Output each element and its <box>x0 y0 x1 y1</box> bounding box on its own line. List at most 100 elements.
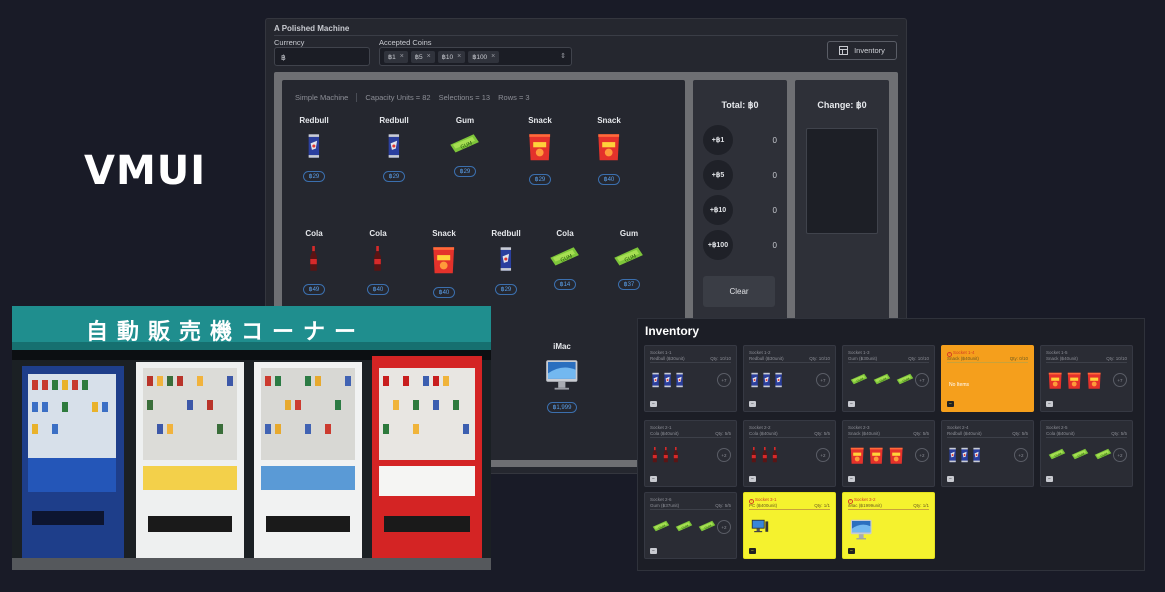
inventory-socket[interactable]: Socket 1-5 Snack (฿40unit) Qty: 10/10 +7− <box>1040 345 1133 412</box>
product-name: Cola <box>369 229 387 238</box>
product-slot[interactable]: Gum GUM ฿37 <box>599 229 659 291</box>
redbull-can-icon <box>364 133 424 164</box>
remove-icon[interactable]: × <box>457 53 461 60</box>
inventory-socket[interactable]: Socket 1-2 Redbull (฿30unit) Qty: 10/10 +7− <box>743 345 836 412</box>
insert-coin-1-button[interactable]: +฿1 <box>703 125 733 155</box>
inventory-socket[interactable]: ! Socket 1-4 Snack (฿40unit) Qty: 0/10 No It… <box>941 345 1034 412</box>
remove-button[interactable]: − <box>749 476 756 482</box>
price-badge: ฿40 <box>432 286 456 298</box>
divider <box>848 509 929 510</box>
divider <box>650 437 731 438</box>
more-items-badge: +2 <box>915 448 929 462</box>
price-badge: ฿37 <box>617 278 641 290</box>
divider <box>848 437 929 438</box>
more-items-badge: +2 <box>816 448 830 462</box>
accepted-coins-select[interactable]: ฿1 × ฿5 × ฿10 × ฿100 × ⇕ <box>379 47 572 66</box>
remove-icon[interactable]: × <box>427 53 431 60</box>
change-amount: Change: ฿0 <box>817 100 867 110</box>
divider <box>356 93 358 102</box>
remove-button[interactable]: − <box>650 548 657 554</box>
remove-button[interactable]: − <box>1046 476 1053 482</box>
gum-pack-icon: GUM <box>698 519 716 537</box>
product-slot[interactable]: Gum GUM ฿29 <box>435 116 495 178</box>
change-tray[interactable] <box>806 128 878 234</box>
product-slot[interactable]: Redbull ฿29 <box>476 229 536 296</box>
imac-icon <box>532 359 592 395</box>
product-name: Cola <box>556 229 574 238</box>
product-name: Redbull <box>299 116 329 125</box>
coin-count: 0 <box>772 241 777 250</box>
inventory-socket[interactable]: Socket 2-2 Cola (฿40unit) Qty: 5/5 +2− <box>743 420 836 487</box>
socket-qty: Qty: 1/1 <box>913 503 929 508</box>
currency-label: Currency <box>274 38 305 47</box>
price-badge: ฿49 <box>302 284 326 295</box>
inventory-socket[interactable]: ! Socket 3-2 iMac (฿1999unit) Qty: 1/1− <box>842 492 935 559</box>
inventory-socket[interactable]: ! Socket 3-1 PC (฿400unit) Qty: 1/1− <box>743 492 836 559</box>
divider <box>749 437 830 438</box>
inventory-button[interactable]: Inventory <box>827 41 897 60</box>
insert-coin-10-button[interactable]: +฿10 <box>703 195 733 225</box>
redbull-can-icon <box>284 133 344 164</box>
inventory-socket[interactable]: Socket 2-3 Snack (฿40unit) Qty: 5/5 +2− <box>842 420 935 487</box>
coin-chip[interactable]: ฿10 × <box>437 50 466 63</box>
coin-chip[interactable]: ฿5 × <box>410 50 435 63</box>
divider <box>1046 362 1127 363</box>
divider <box>650 509 731 510</box>
remove-button[interactable]: − <box>650 476 657 482</box>
remove-button[interactable]: − <box>650 401 657 407</box>
price-badge: ฿40 <box>597 173 621 185</box>
remove-button[interactable]: − <box>947 401 954 407</box>
clear-button[interactable]: Clear <box>703 276 775 307</box>
more-items-badge: +2 <box>717 520 731 534</box>
remove-icon[interactable]: × <box>400 53 404 60</box>
snack-bag-icon <box>1087 372 1101 395</box>
product-name: Gum <box>455 116 475 125</box>
socket-qty: Qty: 5/5 <box>1012 431 1028 436</box>
insert-coin-5-button[interactable]: +฿5 <box>703 160 733 190</box>
remove-button[interactable]: − <box>848 476 855 482</box>
product-slot[interactable]: Snack ฿40 <box>414 229 474 299</box>
insert-coin-100-button[interactable]: +฿100 <box>703 230 733 260</box>
remove-button[interactable]: − <box>848 548 855 554</box>
inventory-socket[interactable]: Socket 2-1 Cola (฿40unit) Qty: 5/5 +2− <box>644 420 737 487</box>
socket-qty: Qty: 10/10 <box>710 356 731 361</box>
product-slot[interactable]: Redbull ฿29 <box>364 116 424 183</box>
more-items-badge: +2 <box>1113 448 1127 462</box>
currency-input[interactable]: ฿ <box>274 47 370 66</box>
coin-chip[interactable]: ฿1 × <box>384 50 408 63</box>
inventory-socket[interactable]: Socket 2-5 Cola (฿40unit) Qty: 5/5 GUM GUM GU… <box>1040 420 1133 487</box>
remove-button[interactable]: − <box>749 401 756 407</box>
coin-count: 0 <box>772 206 777 215</box>
socket-qty: Qty: 5/5 <box>715 503 731 508</box>
more-items-badge: +7 <box>1113 373 1127 387</box>
socket-id: Socket 2-6 <box>650 497 672 502</box>
remove-button[interactable]: − <box>947 476 954 482</box>
cola-bottle-icon <box>348 246 408 277</box>
product-slot[interactable]: Redbull ฿29 <box>284 116 344 183</box>
socket-id: Socket 2-1 <box>650 425 672 430</box>
remove-button[interactable]: − <box>848 401 855 407</box>
inventory-socket[interactable]: Socket 2-6 Gum (฿37unit) Qty: 5/5 GUM GUM GUM… <box>644 492 737 559</box>
product-slot[interactable]: Cola ฿40 <box>348 229 408 296</box>
coin-chip[interactable]: ฿100 × <box>468 50 500 63</box>
inventory-socket[interactable]: Socket 2-4 Redbull (฿40unit) Qty: 5/5 +2− <box>941 420 1034 487</box>
redbull-can-icon <box>476 246 536 277</box>
divider <box>274 35 898 36</box>
product-slot[interactable]: Snack ฿29 <box>510 116 570 186</box>
remove-button[interactable]: − <box>749 548 756 554</box>
cola-bottle-icon <box>663 447 669 468</box>
inventory-socket[interactable]: Socket 1-1 Redbull (฿30unit) Qty: 10/10 +7− <box>644 345 737 412</box>
price-badge: ฿1,999 <box>546 402 578 414</box>
inventory-socket[interactable]: Socket 1-3 Gum (฿30unit) Qty: 10/10 GUM GUM G… <box>842 345 935 412</box>
product-slot[interactable]: Cola ฿49 <box>284 229 344 296</box>
product-slot[interactable]: iMac ฿1,999 <box>532 342 592 414</box>
remove-icon[interactable]: × <box>491 53 495 60</box>
product-slot[interactable]: Snack ฿40 <box>579 116 639 186</box>
product-slot[interactable]: Cola GUM ฿14 <box>535 229 595 291</box>
selections-count: Selections = 13 <box>438 93 491 102</box>
socket-items: GUM GUM GUM <box>850 372 914 390</box>
inventory-title: Inventory <box>645 324 700 338</box>
gum-pack-icon: GUM <box>535 246 595 272</box>
remove-button[interactable]: − <box>1046 401 1053 407</box>
product-name: Cola <box>305 229 323 238</box>
